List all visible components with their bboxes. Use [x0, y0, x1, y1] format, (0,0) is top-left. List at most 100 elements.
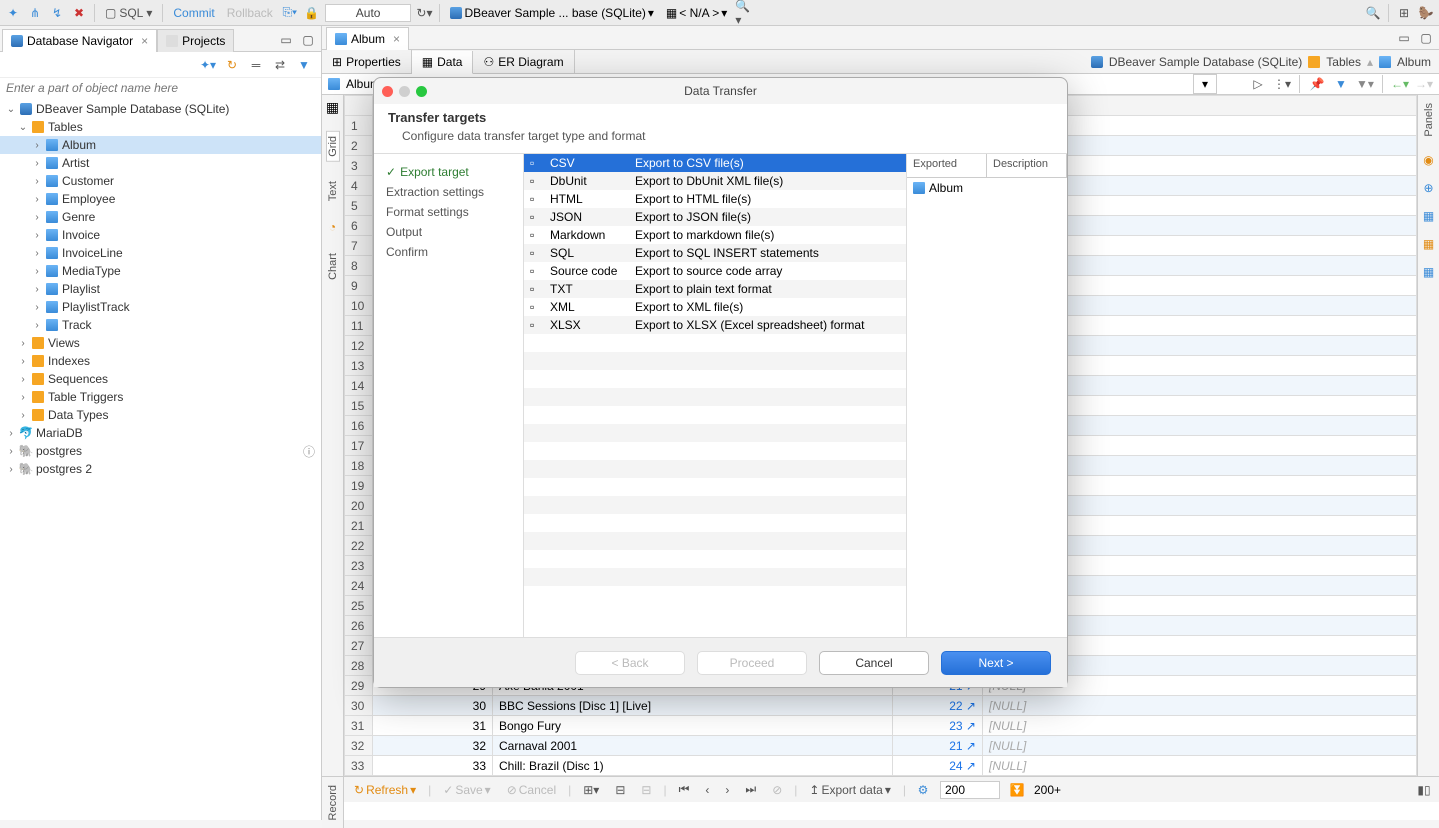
- tree-table-playlisttrack[interactable]: ›PlaylistTrack: [0, 298, 321, 316]
- panels-toggle-icon[interactable]: ▮▯: [1415, 781, 1433, 799]
- lock-icon[interactable]: 🔒: [303, 4, 321, 22]
- table-row[interactable]: 3333Chill: Brazil (Disc 1)24 ↗[NULL]: [345, 756, 1417, 776]
- close-window-icon[interactable]: [382, 86, 393, 97]
- format-option-sql[interactable]: ▫SQLExport to SQL INSERT statements: [524, 244, 906, 262]
- maximize-icon[interactable]: ▢: [1417, 29, 1435, 47]
- row-count-input[interactable]: [940, 781, 1000, 799]
- panel-value-icon[interactable]: ◉: [1420, 151, 1438, 169]
- tree-datatypes[interactable]: ›Data Types: [0, 406, 321, 424]
- datasource-combo[interactable]: DBeaver Sample ... base (SQLite) ▾: [446, 6, 657, 20]
- tx-history-icon[interactable]: ↻▾: [415, 4, 433, 22]
- tree-table-genre[interactable]: ›Genre: [0, 208, 321, 226]
- search-icon[interactable]: 🔍▾: [735, 4, 753, 22]
- new-conn-icon[interactable]: ✦▾: [199, 56, 217, 74]
- cancel-button[interactable]: ⊘ Cancel: [503, 783, 560, 797]
- tree-postgres[interactable]: ›🐘postgresⓘ: [0, 442, 321, 460]
- vtab-chart[interactable]: Chart: [327, 249, 339, 284]
- collapse-icon[interactable]: ═: [247, 56, 265, 74]
- wizard-icon[interactable]: ⋔: [26, 4, 44, 22]
- save-button[interactable]: ✓ Save ▾: [439, 783, 494, 797]
- nav-back-icon[interactable]: ←▾: [1391, 75, 1409, 93]
- tree-views[interactable]: ›Views: [0, 334, 321, 352]
- panel-calc-icon[interactable]: ⊕: [1420, 179, 1438, 197]
- refresh-icon[interactable]: ↻: [223, 56, 241, 74]
- tree-postgres2[interactable]: ›🐘postgres 2: [0, 460, 321, 478]
- table-row[interactable]: 3131Bongo Fury23 ↗[NULL]: [345, 716, 1417, 736]
- sort-filter-icon[interactable]: ▼▾: [1356, 75, 1374, 93]
- dbeaver-perspective-icon[interactable]: 🦫: [1417, 4, 1435, 22]
- nav-fwd-icon[interactable]: →▾: [1415, 75, 1433, 93]
- tree-table-album[interactable]: ›Album: [0, 136, 321, 154]
- filter-settings-icon[interactable]: ▼: [295, 56, 313, 74]
- vtab-grid[interactable]: Grid: [326, 131, 340, 162]
- exported-item[interactable]: Album: [907, 178, 1067, 198]
- prev-icon[interactable]: ‹: [701, 783, 713, 797]
- format-option-dbunit[interactable]: ▫DbUnitExport to DbUnit XML file(s): [524, 172, 906, 190]
- maximize-icon[interactable]: ▢: [299, 31, 317, 49]
- rollback-button[interactable]: Rollback: [223, 6, 277, 20]
- tree-indexes[interactable]: ›Indexes: [0, 352, 321, 370]
- add-row-icon[interactable]: ⊞▾: [579, 783, 603, 797]
- refresh-button[interactable]: ↻ Refresh ▾: [350, 783, 420, 797]
- tx-icon[interactable]: ⎘▾: [281, 4, 299, 22]
- new-connection-icon[interactable]: ✦: [4, 4, 22, 22]
- proceed-button[interactable]: Proceed: [697, 651, 807, 675]
- wizard-step[interactable]: Format settings: [374, 202, 523, 222]
- del-row-icon[interactable]: ⊟: [637, 783, 655, 797]
- stop-icon[interactable]: ⊘: [768, 783, 786, 797]
- vtab-text[interactable]: Text: [327, 177, 339, 205]
- tree-table-playlist[interactable]: ›Playlist: [0, 280, 321, 298]
- panel-meta-icon[interactable]: ▦: [1420, 263, 1438, 281]
- commit-button[interactable]: Commit: [169, 6, 218, 20]
- filter-dropdown[interactable]: ▾: [1193, 74, 1217, 94]
- format-option-source-code[interactable]: ▫Source codeExport to source code array: [524, 262, 906, 280]
- dup-row-icon[interactable]: ⊟: [611, 783, 629, 797]
- cancel-button[interactable]: Cancel: [819, 651, 929, 675]
- minimize-window-icon[interactable]: [399, 86, 410, 97]
- format-option-markdown[interactable]: ▫MarkdownExport to markdown file(s): [524, 226, 906, 244]
- auto-commit-select[interactable]: Auto: [325, 4, 412, 22]
- perspective-icon[interactable]: ⊞: [1395, 4, 1413, 22]
- breadcrumb-album[interactable]: Album: [1397, 55, 1431, 69]
- minimize-icon[interactable]: ▭: [277, 31, 295, 49]
- format-option-csv[interactable]: ▫CSVExport to CSV file(s): [524, 154, 906, 172]
- panel-refs-icon[interactable]: ▦: [1420, 235, 1438, 253]
- close-icon[interactable]: ×: [141, 34, 148, 48]
- tree-sequences[interactable]: ›Sequences: [0, 370, 321, 388]
- tree-table-track[interactable]: ›Track: [0, 316, 321, 334]
- format-option-html[interactable]: ▫HTMLExport to HTML file(s): [524, 190, 906, 208]
- subtab-er[interactable]: ⚇ ER Diagram: [473, 50, 574, 73]
- play-icon[interactable]: ▷: [1249, 75, 1267, 93]
- next-icon[interactable]: ›: [721, 783, 733, 797]
- disconnect-icon[interactable]: ✖: [70, 4, 88, 22]
- format-option-json[interactable]: ▫JSONExport to JSON file(s): [524, 208, 906, 226]
- projects-tab[interactable]: Projects: [157, 29, 234, 52]
- back-button[interactable]: < Back: [575, 651, 685, 675]
- sql-button[interactable]: ▢ SQL ▾: [101, 6, 156, 20]
- tree-mariadb[interactable]: ›🐬MariaDB: [0, 424, 321, 442]
- tree-table-mediatype[interactable]: ›MediaType: [0, 262, 321, 280]
- table-row[interactable]: 3030BBC Sessions [Disc 1] [Live]22 ↗[NUL…: [345, 696, 1417, 716]
- export-button[interactable]: ↥ Export data ▾: [805, 783, 894, 797]
- fetch-size-icon[interactable]: ⏬: [1008, 781, 1026, 799]
- tree-root[interactable]: ⌄DBeaver Sample Database (SQLite): [0, 100, 321, 118]
- schema-combo[interactable]: ▦ < N/A > ▾: [662, 6, 731, 20]
- format-option-txt[interactable]: ▫TXTExport to plain text format: [524, 280, 906, 298]
- format-option-xml[interactable]: ▫XMLExport to XML file(s): [524, 298, 906, 316]
- editor-tab-album[interactable]: Album×: [326, 27, 409, 50]
- vtab-panels[interactable]: Panels: [1423, 99, 1435, 141]
- tree-triggers[interactable]: ›Table Triggers: [0, 388, 321, 406]
- global-search-icon[interactable]: 🔍: [1364, 4, 1382, 22]
- zoom-window-icon[interactable]: [416, 86, 427, 97]
- wizard-step[interactable]: Confirm: [374, 242, 523, 262]
- wizard-step[interactable]: Output: [374, 222, 523, 242]
- first-icon[interactable]: ⏮: [675, 782, 694, 797]
- tree-table-artist[interactable]: ›Artist: [0, 154, 321, 172]
- subtab-properties[interactable]: ⊞ Properties: [322, 50, 412, 73]
- format-option-xlsx[interactable]: ▫XLSXExport to XLSX (Excel spreadsheet) …: [524, 316, 906, 334]
- gear-icon[interactable]: ⚙: [914, 781, 932, 799]
- vtab-record[interactable]: Record: [327, 781, 339, 824]
- subtab-data[interactable]: ▦ Data: [412, 51, 474, 74]
- breadcrumb-tables[interactable]: Tables: [1326, 55, 1361, 69]
- tree-tables[interactable]: ⌄Tables: [0, 118, 321, 136]
